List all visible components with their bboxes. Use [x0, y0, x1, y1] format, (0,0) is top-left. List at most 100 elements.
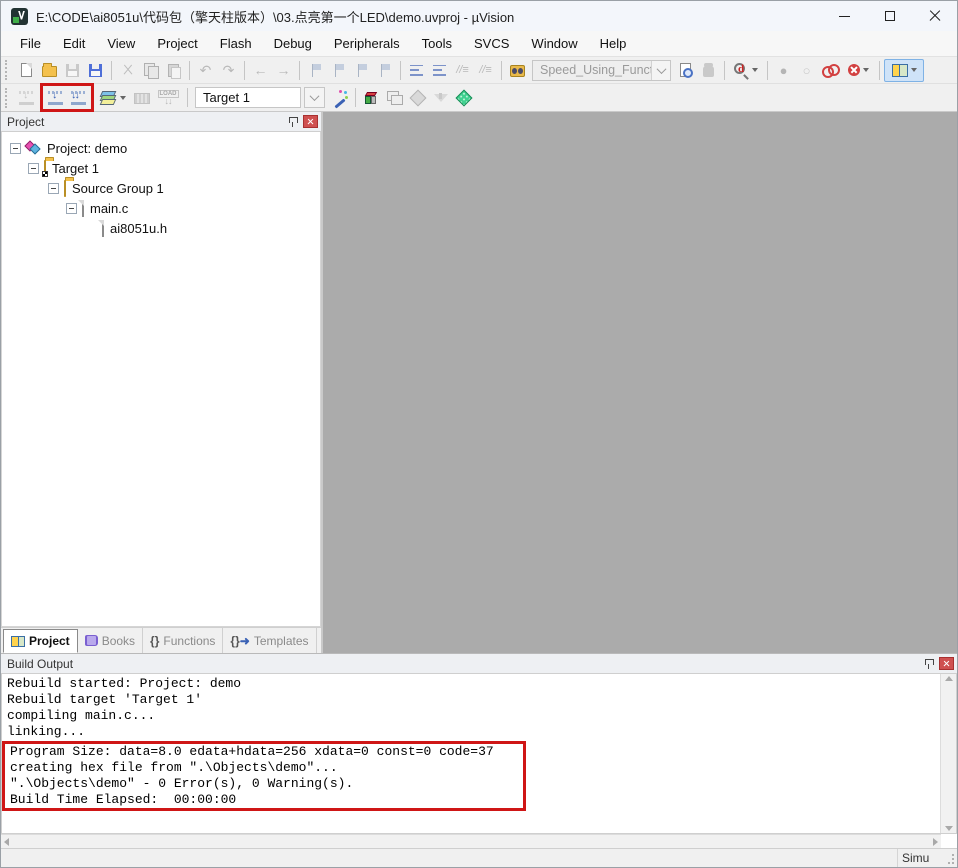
grab-text-button[interactable] — [697, 59, 720, 82]
menu-svcs[interactable]: SVCS — [463, 33, 520, 54]
collapse-toggle-icon[interactable] — [48, 183, 59, 194]
scroll-left-icon[interactable] — [4, 838, 9, 846]
build-output-horizontal-scrollbar[interactable] — [1, 834, 941, 848]
next-bookmark-button[interactable] — [327, 59, 350, 82]
breakpoints-disable-all-button[interactable] — [818, 59, 841, 82]
stop-build-button[interactable] — [130, 86, 153, 109]
multi-project-workspace-button[interactable] — [383, 86, 406, 109]
menu-help[interactable]: Help — [589, 33, 638, 54]
new-file-button[interactable] — [15, 59, 38, 82]
search-combo[interactable]: Speed_Using_Function — [532, 60, 671, 81]
build-button[interactable] — [44, 86, 67, 109]
uncomment-button[interactable]: //≡ — [474, 59, 497, 82]
tree-item-source-group-1[interactable]: Source Group 1 — [2, 178, 320, 198]
build-output-text: Rebuild started: Project: demo Rebuild t… — [2, 676, 939, 811]
minimize-button[interactable] — [822, 1, 867, 31]
maximize-button[interactable] — [867, 1, 912, 31]
indent-button[interactable] — [405, 59, 428, 82]
cut-button[interactable] — [116, 59, 139, 82]
collapse-toggle-icon[interactable] — [66, 203, 77, 214]
menu-window[interactable]: Window — [520, 33, 588, 54]
tree-item-target-1[interactable]: Target 1 — [2, 158, 320, 178]
select-software-packs-button[interactable] — [429, 86, 452, 109]
translate-button[interactable] — [15, 86, 38, 109]
close-button[interactable] — [912, 1, 957, 31]
rebuild-button[interactable] — [67, 86, 90, 109]
clear-bookmarks-button[interactable] — [373, 59, 396, 82]
menu-debug[interactable]: Debug — [263, 33, 323, 54]
resize-grip[interactable] — [943, 849, 957, 867]
breakpoints-red-rings-icon — [822, 64, 838, 76]
project-tree: Project: demo Target 1 Source Group 1 ma… — [1, 132, 321, 627]
toolbar-drag-handle[interactable] — [5, 60, 10, 80]
functions-braces-icon: {} — [150, 634, 159, 648]
menu-file[interactable]: File — [9, 33, 52, 54]
menu-flash[interactable]: Flash — [209, 33, 263, 54]
find-in-files-icon — [510, 65, 525, 77]
toolbar-drag-handle[interactable] — [5, 88, 10, 108]
save-button[interactable] — [61, 59, 84, 82]
toolbar-separator — [111, 61, 112, 80]
pack-installer-button[interactable] — [406, 86, 429, 109]
paste-button[interactable] — [162, 59, 185, 82]
file-toolbar: ↶ ↷ ← → //≡ //≡ Speed_Using_Function d ●… — [1, 57, 957, 84]
build-output-close-button[interactable] — [939, 657, 954, 670]
bookmark-previous-icon — [356, 64, 368, 77]
scroll-up-icon[interactable] — [945, 676, 953, 681]
scroll-down-icon[interactable] — [945, 826, 953, 831]
undo-button[interactable]: ↶ — [194, 59, 217, 82]
tree-item-ai8051u-h[interactable]: ai8051u.h — [2, 218, 320, 238]
tree-item-main-c[interactable]: main.c — [2, 198, 320, 218]
download-button[interactable]: LOAD ↓↓ — [153, 86, 183, 109]
project-panel-close-button[interactable] — [303, 115, 318, 128]
toolbar-separator — [767, 61, 768, 80]
find-button[interactable]: d — [729, 59, 763, 82]
menu-view[interactable]: View — [96, 33, 146, 54]
tab-functions[interactable]: {} Functions — [143, 628, 223, 653]
find-in-files-button[interactable] — [506, 59, 529, 82]
navigate-forward-button[interactable]: → — [272, 59, 295, 82]
insert-bookmark-button[interactable] — [304, 59, 327, 82]
manage-run-time-environment-button[interactable] — [452, 86, 475, 109]
window-configuration-button[interactable] — [884, 59, 924, 82]
breakpoints-kill-all-button[interactable] — [841, 59, 875, 82]
tab-templates[interactable]: {}➜ Templates — [223, 628, 316, 653]
manage-project-items-button[interactable] — [360, 86, 383, 109]
project-panel-pin-button[interactable] — [284, 114, 300, 129]
copy-button[interactable] — [139, 59, 162, 82]
batch-build-button[interactable] — [96, 86, 130, 109]
build-output-body: Rebuild started: Project: demo Rebuild t… — [1, 674, 957, 834]
toolbar-separator — [879, 61, 880, 80]
menu-peripherals[interactable]: Peripherals — [323, 33, 411, 54]
target-select-combo[interactable]: Target 1 — [195, 87, 301, 108]
menu-tools[interactable]: Tools — [411, 33, 463, 54]
previous-bookmark-button[interactable] — [350, 59, 373, 82]
breakpoint-enable-button[interactable]: ○ — [795, 59, 818, 82]
breakpoint-toggle-button[interactable]: ● — [772, 59, 795, 82]
build-output-pin-button[interactable] — [920, 656, 936, 671]
save-all-button[interactable] — [84, 59, 107, 82]
navigate-back-button[interactable]: ← — [249, 59, 272, 82]
tree-item-project-demo[interactable]: Project: demo — [2, 138, 320, 158]
collapse-toggle-icon[interactable] — [10, 143, 21, 154]
options-for-target-button[interactable] — [328, 86, 351, 109]
open-folder-icon — [42, 66, 57, 77]
outdent-button[interactable] — [428, 59, 451, 82]
collapse-toggle-icon[interactable] — [28, 163, 39, 174]
comment-icon: //≡ — [456, 65, 469, 76]
scroll-right-icon[interactable] — [933, 838, 938, 846]
find-in-document-button[interactable] — [674, 59, 697, 82]
comment-button[interactable]: //≡ — [451, 59, 474, 82]
open-file-button[interactable] — [38, 59, 61, 82]
menu-edit[interactable]: Edit — [52, 33, 96, 54]
build-output-vertical-scrollbar[interactable] — [940, 674, 956, 833]
redo-button[interactable]: ↷ — [217, 59, 240, 82]
tab-project[interactable]: Project — [3, 629, 78, 653]
menu-project[interactable]: Project — [146, 33, 208, 54]
tab-books[interactable]: Books — [78, 628, 143, 653]
target-select-dropdown[interactable] — [304, 87, 325, 108]
pin-icon — [288, 116, 297, 127]
document-search-icon — [680, 63, 691, 77]
search-combo-dropdown[interactable] — [651, 61, 670, 80]
new-file-icon — [21, 63, 32, 77]
